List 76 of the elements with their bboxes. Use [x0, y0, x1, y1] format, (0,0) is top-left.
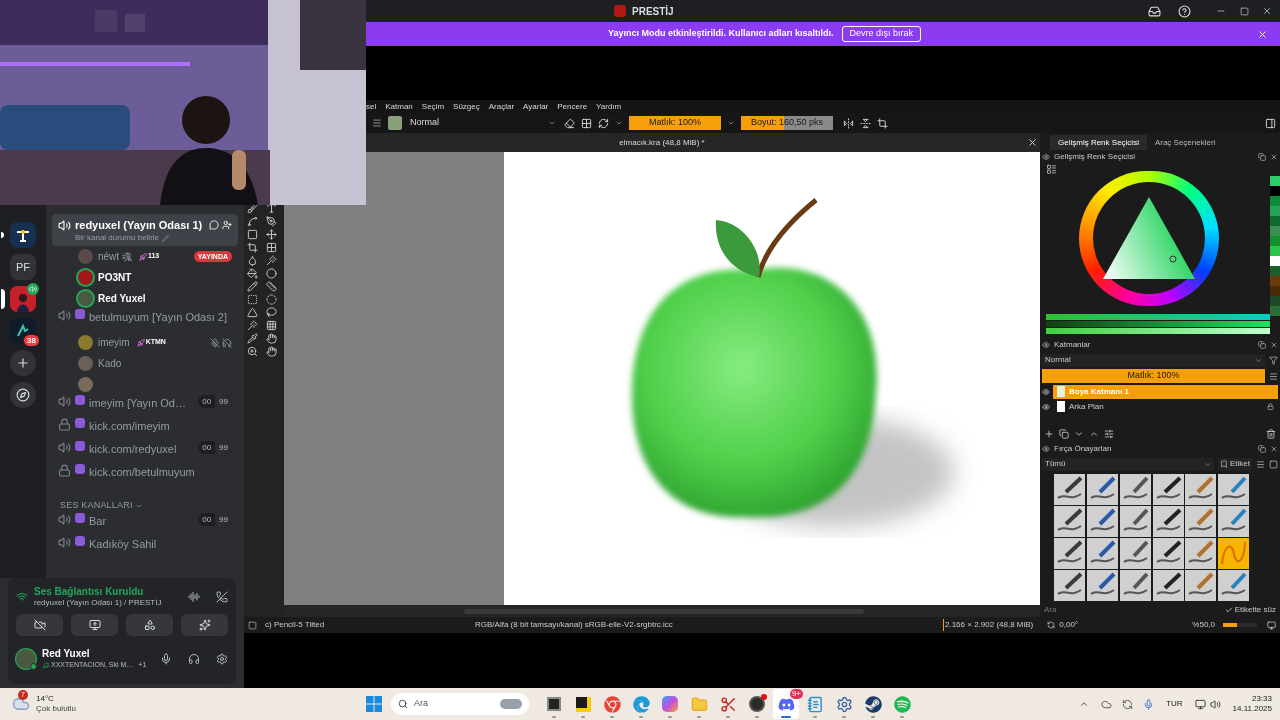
banner-text: Yayıncı Modu etkinleştirildi. Kullanıcı adları kısaltıldı. [607, 27, 834, 41]
member-name: imeyim [98, 336, 130, 350]
connection-status: Ses Bağlantısı Kuruldu [34, 586, 145, 598]
panel-title: Gelişmiş Renk Seçicisi [1054, 151, 1135, 163]
voice-channel[interactable]: betulmuyum [Yayın Odası 2] [52, 309, 238, 332]
search-input[interactable]: Ara [414, 697, 494, 711]
channel-name: kick.com/betulmuyum [89, 465, 196, 480]
menu-item[interactable]: Yardım [596, 100, 622, 113]
search-field[interactable]: Ara [1044, 604, 1225, 616]
menu-item[interactable]: sel [366, 100, 377, 113]
voice-channel[interactable]: Kadıköy Sahil [52, 536, 238, 559]
rotation-value: 0,00° [1059, 619, 1079, 631]
zoom-value: %50,0 [1192, 619, 1215, 631]
member-name: PO3NT [98, 271, 132, 285]
voice-member[interactable]: PO3NT [52, 267, 238, 288]
channel-name: redyuxel (Yayın Odası 1) [75, 218, 204, 233]
voice-channel[interactable]: redyuxel (Yayın Odası 1) Bir kanal durumu belirle [52, 214, 238, 246]
panel-title: Fırça Önayarları [1054, 443, 1112, 455]
menu-item[interactable]: Süzgeç [453, 100, 480, 113]
channel-name: imeyim [Yayın Od… [89, 396, 187, 411]
blend-mode-select[interactable]: Normal [408, 116, 558, 130]
brush-name: c) Pencil-5 Tilted [265, 619, 326, 631]
menu-item[interactable]: Araçlar [488, 100, 515, 113]
image-size: 2.166 × 2.902 (48,8 MiB) [943, 619, 1034, 631]
user-count: 00 [201, 396, 213, 408]
clock-time: 23:33 [1251, 694, 1272, 704]
menu-item[interactable]: Ayarlar [523, 100, 549, 113]
blend-mode-select[interactable]: Normal [1042, 353, 1265, 367]
user-limit: 99 [215, 441, 232, 454]
menu-item[interactable]: Pencere [557, 100, 588, 113]
voice-channel[interactable]: kick.com/redyuxel 00 99 [52, 441, 238, 464]
user-name: Red Yuxel [42, 648, 91, 660]
notification-badge: 9+ [789, 689, 803, 699]
preset-filter-select[interactable]: Tümü [1042, 457, 1214, 471]
user-limit: 99 [215, 513, 232, 526]
opacity-slider[interactable]: Matlık: 100% [629, 116, 721, 130]
tag-button[interactable]: Etiket [1218, 457, 1252, 471]
color-space: RGB/Alfa (8 bit tamsayı/kanal) sRGB-elle-V2-srgbtrc.icc [475, 619, 674, 631]
member-name: Red Yuxel [98, 292, 146, 306]
channel-name: Kadıköy Sahil [89, 537, 158, 552]
input-language: TUR [1166, 698, 1183, 710]
channel-name: Bar [89, 514, 108, 529]
connection-channel: redyuxel (Yayın Odası 1) / PRESTİJ [34, 598, 163, 608]
channel-status: Bir kanal durumu belirle [75, 233, 160, 243]
docker-tab[interactable]: Araç Seçenekleri [1146, 135, 1224, 150]
member-name: Kado [98, 357, 122, 371]
menu-item[interactable]: Seçim [421, 100, 445, 113]
channel-name: kick.com/redyuxel [89, 442, 178, 457]
voice-channel[interactable]: kick.com/betulmuyum [52, 464, 238, 487]
document-title: elmacık.kra (48,8 MiB) * [619, 136, 705, 149]
channel-name: betulmuyum [Yayın Odası 2] [89, 310, 228, 325]
window-title: PRESTİJ [632, 4, 674, 19]
clock-date: 14.11.2025 [1232, 704, 1272, 714]
user-count: 00 [201, 514, 213, 526]
voice-channel[interactable]: imeyim [Yayın Od… 00 99 [52, 395, 238, 418]
channel-name: kick.com/imeyim [89, 419, 171, 434]
member-name: néwt 魂 [98, 250, 132, 264]
tag-filter-checkbox[interactable]: Etikette süz [1224, 604, 1276, 616]
disable-button[interactable]: Devre dışı bırak [841, 26, 922, 42]
server-icon[interactable]: PF [10, 254, 36, 280]
search-bar[interactable]: Ara [391, 693, 529, 715]
voice-member[interactable]: Kado [52, 353, 238, 374]
opacity-slider[interactable]: Matlık: 100% [1042, 369, 1265, 383]
weather-condition: Çok bulutlu [36, 704, 77, 714]
unread-count-badge: 38 [22, 333, 41, 348]
panel-title: Katmanlar [1054, 339, 1091, 351]
docker-tab[interactable]: Gelişmiş Renk Seçicisi [1050, 135, 1147, 150]
voice-channel[interactable]: Bar 00 99 [52, 513, 238, 536]
menu-item[interactable]: Katman [385, 100, 413, 113]
user-limit: 99 [215, 395, 232, 408]
temperature: 14°C [36, 694, 55, 704]
category-title: SES KANALLARI [60, 499, 133, 513]
layer-row[interactable]: Arka Plan [1053, 399, 1278, 414]
voice-channel[interactable]: kick.com/imeyim [52, 418, 238, 441]
voice-member[interactable]: Red Yuxel [52, 288, 238, 309]
user-count: 00 [201, 442, 213, 454]
